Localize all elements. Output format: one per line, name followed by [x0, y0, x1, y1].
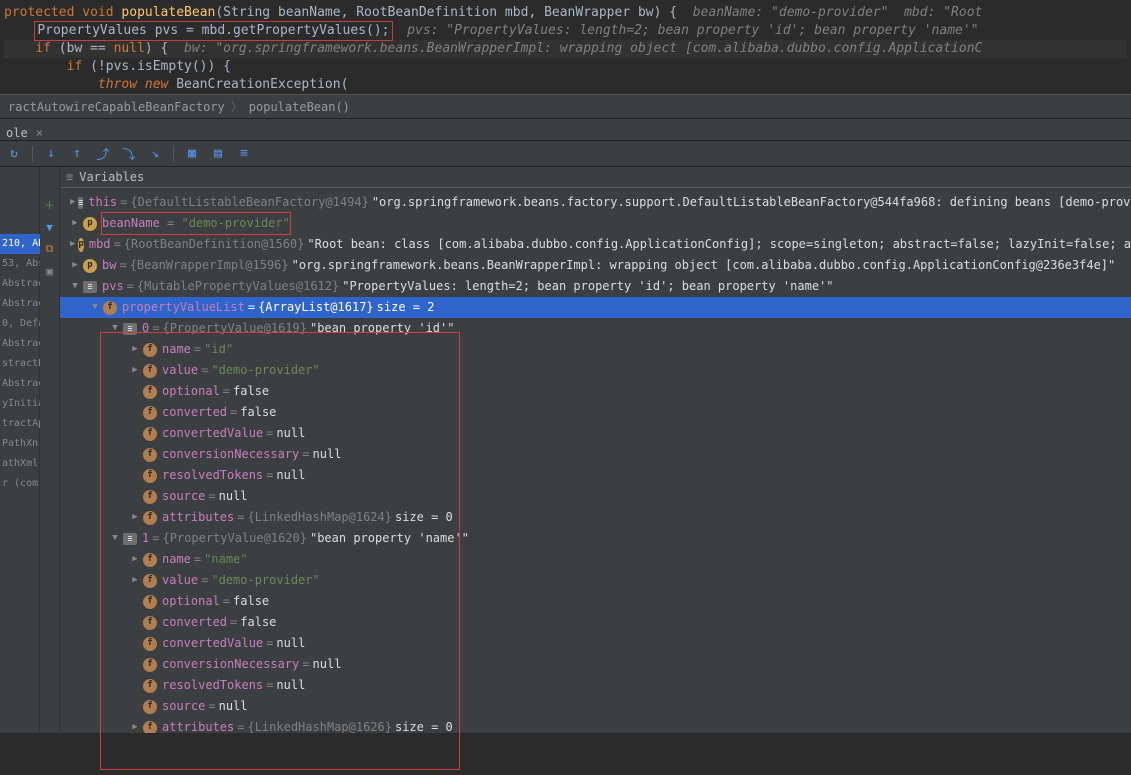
force-step-into-icon[interactable]: ⤴ [95, 146, 111, 162]
var-item1-value[interactable]: f value = "demo-provider" [60, 570, 1131, 591]
evaluate-icon[interactable]: ▦ [184, 146, 200, 162]
separator [32, 146, 33, 162]
frame-item[interactable]: Abstrac [0, 334, 40, 354]
var-item1-resolvedTokens[interactable]: f resolvedTokens = null [60, 675, 1131, 696]
var-mbd[interactable]: p mbd = {RootBeanDefinition@1560} "Root … [60, 234, 1131, 255]
close-icon[interactable]: × [36, 126, 43, 140]
variables-header: ≡ Variables [60, 167, 1131, 188]
var-item0-conversionNecessary[interactable]: f conversionNecessary = null [60, 444, 1131, 465]
step-over-icon[interactable]: ↓ [43, 146, 59, 162]
frame-item[interactable]: PathXn [0, 434, 40, 454]
var-item1-converted[interactable]: f converted = false [60, 612, 1131, 633]
breadcrumb-item[interactable]: ractAutowireCapableBeanFactory [8, 100, 225, 114]
rerun-icon[interactable]: ↻ [6, 146, 22, 162]
var-this[interactable]: ≡ this = {DefaultListableBeanFactory@149… [60, 192, 1131, 213]
watch-icon[interactable]: ▤ [210, 146, 226, 162]
code-line: throw new BeanCreationException( [4, 76, 1127, 94]
chevron-right-icon: 〉 [231, 98, 243, 115]
var-item1-source[interactable]: f source = null [60, 696, 1131, 717]
drop-frame-icon[interactable]: ↘ [147, 146, 163, 162]
frame-item[interactable]: Abstrac [0, 274, 40, 294]
code-line-current: if (bw == null) { bw: "org.springframewo… [4, 40, 1127, 58]
frame-item[interactable]: r (com [0, 474, 40, 494]
tab-console[interactable]: ole [6, 126, 28, 140]
var-beanName[interactable]: p beanName = "demo-provider" [60, 213, 1131, 234]
var-item1-optional[interactable]: f optional = false [60, 591, 1131, 612]
debug-tabbar: ole × [0, 119, 1131, 141]
frames-gutter: 210, AB53, AbsAbstracAbstrac0, DefaAbstr… [0, 167, 40, 733]
var-item0-attributes[interactable]: f attributes = {LinkedHashMap@1624} size… [60, 507, 1131, 528]
breadcrumb-item[interactable]: populateBean() [249, 100, 350, 114]
variables-panel: 210, AB53, AbsAbstracAbstrac0, DefaAbstr… [0, 167, 1131, 733]
separator [173, 146, 174, 162]
var-item1-name[interactable]: f name = "name" [60, 549, 1131, 570]
new-watch-icon[interactable]: ▣ [42, 263, 58, 279]
var-item0-name[interactable]: f name = "id" [60, 339, 1131, 360]
var-item-0[interactable]: ≡ 0 = {PropertyValue@1619} "bean propert… [60, 318, 1131, 339]
variables-title: Variables [79, 170, 144, 184]
debug-toolbar: ↻ ↓ ↑ ⤴ ⤵ ↘ ▦ ▤ ≡ [0, 141, 1131, 167]
frame-item[interactable]: Abstrac [0, 374, 40, 394]
var-item1-conversionNecessary[interactable]: f conversionNecessary = null [60, 654, 1131, 675]
action-gutter: ＋ ▼ ⧉ ▣ [40, 167, 60, 733]
code-editor[interactable]: protected void populateBean(String beanN… [0, 0, 1131, 94]
step-into-icon[interactable]: ↑ [69, 146, 85, 162]
frame-item[interactable]: 53, Abs [0, 254, 40, 274]
code-line: if (!pvs.isEmpty()) { [4, 58, 1127, 76]
frame-item[interactable]: yInitial [0, 394, 40, 414]
add-watch-icon[interactable]: ＋ [42, 197, 58, 213]
var-item0-converted[interactable]: f converted = false [60, 402, 1131, 423]
var-item0-source[interactable]: f source = null [60, 486, 1131, 507]
frame-item[interactable]: Abstrac [0, 294, 40, 314]
frame-item[interactable]: stractB [0, 354, 40, 374]
breadcrumb: ractAutowireCapableBeanFactory 〉 populat… [0, 94, 1131, 119]
settings-icon[interactable]: ≡ [236, 146, 252, 162]
var-item1-convertedValue[interactable]: f convertedValue = null [60, 633, 1131, 654]
filter-icon[interactable]: ▼ [42, 219, 58, 235]
frame-item[interactable]: 210, AB [0, 234, 40, 254]
var-item1-attributes[interactable]: f attributes = {LinkedHashMap@1626} size… [60, 717, 1131, 733]
variables-body: ≡ Variables ≡ this = {DefaultListableBea… [60, 167, 1131, 733]
frame-item[interactable]: athXml [0, 454, 40, 474]
list-icon: ≡ [66, 170, 73, 184]
code-line: PropertyValues pvs = mbd.getPropertyValu… [4, 22, 1127, 40]
var-propertyValueList[interactable]: f propertyValueList = {ArrayList@1617} s… [60, 297, 1131, 318]
variables-tree[interactable]: ≡ this = {DefaultListableBeanFactory@149… [60, 188, 1131, 733]
frame-item[interactable]: 0, Defa [0, 314, 40, 334]
var-pvs[interactable]: ≡ pvs = {MutablePropertyValues@1612} "Pr… [60, 276, 1131, 297]
frames-list[interactable]: 210, AB53, AbsAbstracAbstrac0, DefaAbstr… [0, 232, 40, 494]
var-item0-resolvedTokens[interactable]: f resolvedTokens = null [60, 465, 1131, 486]
var-item0-convertedValue[interactable]: f convertedValue = null [60, 423, 1131, 444]
step-out-icon[interactable]: ⤵ [121, 146, 137, 162]
var-bw[interactable]: p bw = {BeanWrapperImpl@1596} "org.sprin… [60, 255, 1131, 276]
var-item-1[interactable]: ≡ 1 = {PropertyValue@1620} "bean propert… [60, 528, 1131, 549]
copy-icon[interactable]: ⧉ [42, 241, 58, 257]
var-item0-optional[interactable]: f optional = false [60, 381, 1131, 402]
var-item0-value[interactable]: f value = "demo-provider" [60, 360, 1131, 381]
code-line: protected void populateBean(String beanN… [4, 4, 1127, 22]
frame-item[interactable]: tractAp [0, 414, 40, 434]
